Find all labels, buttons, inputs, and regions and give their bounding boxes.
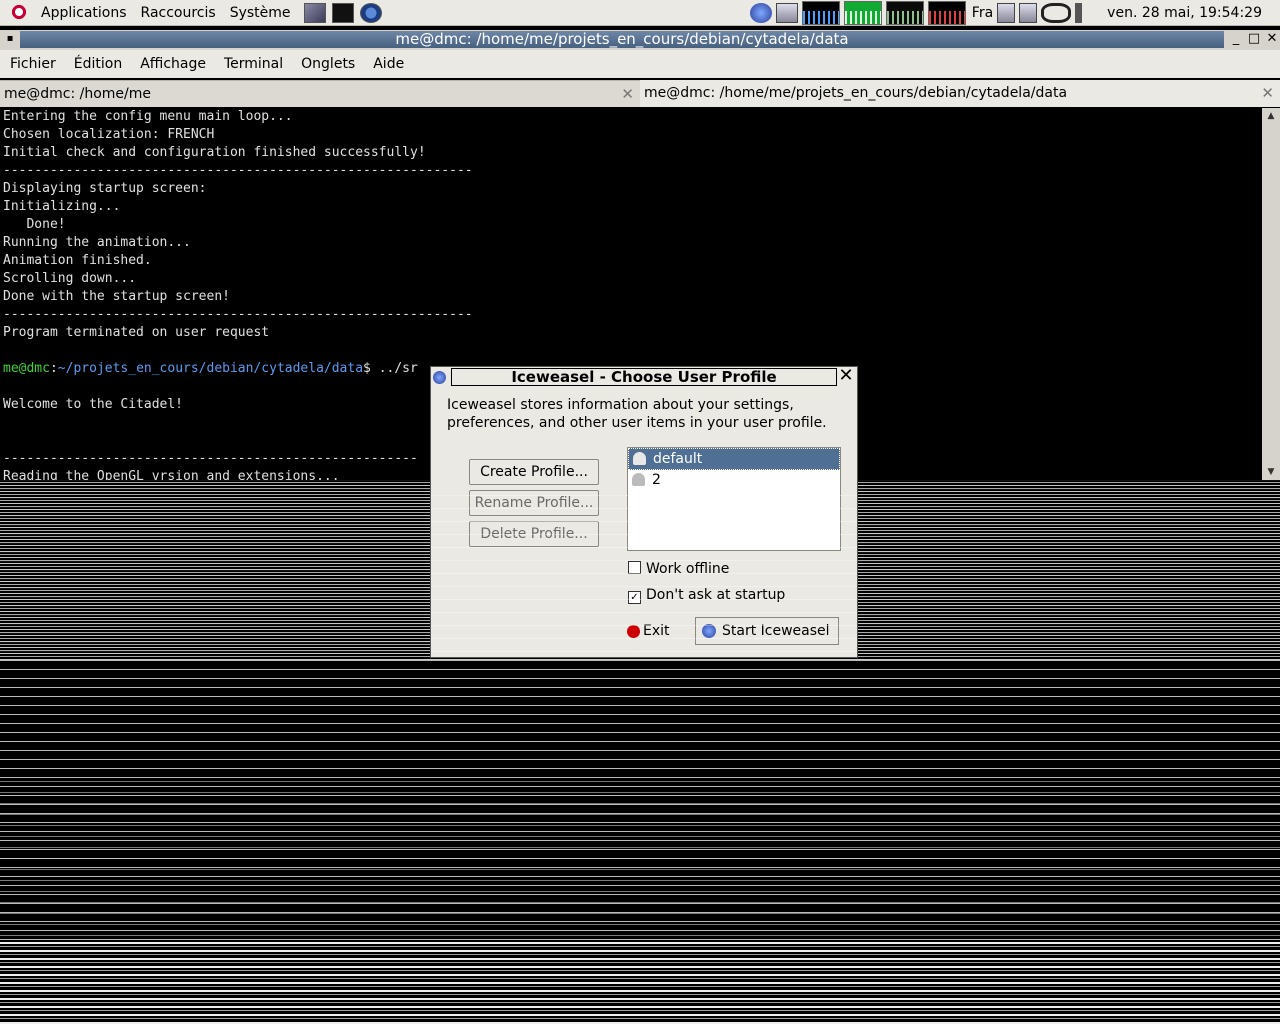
profile-name: 2 — [652, 472, 661, 488]
profile-list[interactable]: default 2 — [627, 447, 841, 551]
terminal-line: Done! — [3, 217, 66, 232]
work-offline-checkbox[interactable]: Work offline — [628, 560, 729, 578]
menu-affichage[interactable]: Affichage — [132, 50, 214, 78]
menu-edition[interactable]: Édition — [66, 50, 130, 78]
menu-aide[interactable]: Aide — [365, 50, 412, 78]
iceweasel-icon — [433, 371, 446, 384]
user-icon — [633, 452, 646, 465]
terminal-line: Done with the startup screen! — [3, 289, 230, 304]
terminal-lines-before: Entering the config menu main loop... Cho… — [3, 108, 1262, 360]
exit-label: Exit — [643, 623, 670, 639]
delete-profile-button[interactable]: Delete Profile... — [469, 521, 599, 547]
checkbox-box[interactable] — [628, 561, 641, 574]
terminal-line: Scrolling down... — [3, 271, 137, 286]
tab-label: me@dmc: /home/me — [4, 86, 152, 102]
terminal-scrollbar[interactable]: ▲ ▼ — [1262, 108, 1280, 480]
clock[interactable]: ven. 28 mai, 19:54:29 — [1107, 5, 1262, 21]
tab-close-icon[interactable]: ✕ — [1261, 80, 1274, 107]
dialog-title[interactable]: Iceweasel - Choose User Profile — [451, 368, 837, 386]
prompt-command: $ ../sr — [363, 361, 418, 376]
menu-onglets[interactable]: Onglets — [293, 50, 363, 78]
work-offline-label: Work offline — [646, 561, 730, 577]
shortcuts-menu[interactable]: Raccourcis — [134, 0, 223, 26]
dont-ask-checkbox[interactable]: ✓ Don't ask at startup — [628, 586, 785, 604]
close-window-button[interactable]: ✕ — [1264, 31, 1280, 47]
artifact-band — [0, 780, 1280, 940]
scroll-down-icon[interactable]: ▼ — [1264, 466, 1278, 478]
exit-button[interactable]: Exit — [623, 617, 693, 645]
start-label: Start Iceweasel — [722, 623, 830, 639]
artifact-band — [0, 940, 1280, 1024]
user-icon — [632, 473, 645, 486]
volume-icon[interactable] — [1075, 3, 1094, 23]
network-graph-icon[interactable] — [885, 1, 924, 25]
menu-fichier[interactable]: Fichier — [2, 50, 64, 78]
eyes-icon[interactable] — [1041, 3, 1072, 23]
tab-close-icon[interactable]: ✕ — [621, 81, 634, 108]
profile-item-2[interactable]: 2 — [628, 470, 840, 490]
prompt-user: me@dmc — [3, 361, 50, 376]
launcher-gnome-icon[interactable] — [303, 2, 326, 23]
system-tray: Fra ven. 28 mai, 19:54:29 — [746, 0, 1280, 26]
dont-ask-label: Don't ask at startup — [646, 587, 786, 603]
terminal-line: ----------------------------------------… — [3, 307, 473, 322]
applications-menu[interactable]: Applications — [34, 0, 134, 26]
network-globe-icon[interactable] — [749, 3, 772, 23]
debian-logo-icon[interactable] — [8, 2, 28, 23]
applet-window-icon[interactable] — [1019, 3, 1038, 23]
browser-launcher-icon[interactable] — [359, 2, 382, 23]
keyboard-layout[interactable]: Fra — [972, 5, 993, 21]
dialog-close-button[interactable]: ✕ — [837, 367, 855, 385]
cpu-graph-icon[interactable] — [801, 1, 840, 25]
terminal-menubar: Fichier Édition Affichage Terminal Ongle… — [0, 50, 1280, 78]
stop-icon — [627, 625, 640, 638]
top-panel: Applications Raccourcis Système Fra ven.… — [0, 0, 1280, 26]
prompt-separator: : — [49, 361, 58, 376]
profile-item-default[interactable]: default — [628, 448, 840, 470]
monitor-icon[interactable] — [775, 3, 798, 23]
terminal-launcher-icon[interactable] — [331, 2, 354, 23]
scroll-up-icon[interactable]: ▲ — [1264, 110, 1278, 122]
minimize-button[interactable]: _ — [1228, 31, 1244, 47]
globe-icon — [702, 624, 716, 638]
memory-graph-icon[interactable] — [843, 1, 882, 25]
terminal-line: Displaying startup screen: — [3, 181, 207, 196]
menu-terminal[interactable]: Terminal — [216, 50, 291, 78]
maximize-button[interactable]: □ — [1246, 31, 1262, 47]
window-title: me@dmc: /home/me/projets_en_cours/debian… — [20, 31, 1224, 48]
prompt-path: ~/projets_en_cours/debian/cytadela/data — [57, 361, 364, 376]
load-graph-icon[interactable] — [927, 1, 966, 25]
terminal-line: Animation finished. — [3, 253, 152, 268]
create-profile-button[interactable]: Create Profile... — [469, 459, 599, 485]
applet-gear-icon[interactable] — [997, 3, 1016, 23]
start-iceweasel-button[interactable]: Start Iceweasel — [695, 617, 839, 645]
terminal-line: Running the animation... — [3, 235, 191, 250]
terminal-window-titlebar[interactable]: ▪ me@dmc: /home/me/projets_en_cours/debi… — [0, 30, 1280, 50]
terminal-line: Chosen localization: FRENCH — [3, 127, 215, 142]
panel-menus: Applications Raccourcis Système — [34, 0, 298, 26]
terminal-line: ----------------------------------------… — [3, 163, 473, 178]
terminal-line: Initial check and configuration finished… — [3, 145, 426, 160]
checkbox-box[interactable]: ✓ — [628, 591, 641, 604]
terminal-line: Program terminated on user request — [3, 325, 270, 340]
tab-cytadela-data[interactable]: me@dmc: /home/me/projets_en_cours/debian… — [640, 80, 1280, 107]
window-menu-icon[interactable]: ▪ — [2, 31, 18, 47]
dialog-description: Iceweasel stores information about your … — [447, 397, 827, 431]
terminal-line: Entering the config menu main loop... — [3, 109, 293, 124]
choose-profile-dialog: Iceweasel - Choose User Profile ✕ Icewea… — [430, 366, 858, 658]
rename-profile-button[interactable]: Rename Profile... — [469, 490, 599, 516]
terminal-tabs: me@dmc: /home/me ✕ me@dmc: /home/me/proj… — [0, 80, 1280, 107]
system-menu[interactable]: Système — [223, 0, 298, 26]
tab-label: me@dmc: /home/me/projets_en_cours/debian… — [644, 85, 1068, 101]
terminal-line: Initializing... — [3, 199, 121, 214]
tab-home[interactable]: me@dmc: /home/me ✕ — [0, 80, 640, 107]
profile-name: default — [653, 451, 703, 467]
